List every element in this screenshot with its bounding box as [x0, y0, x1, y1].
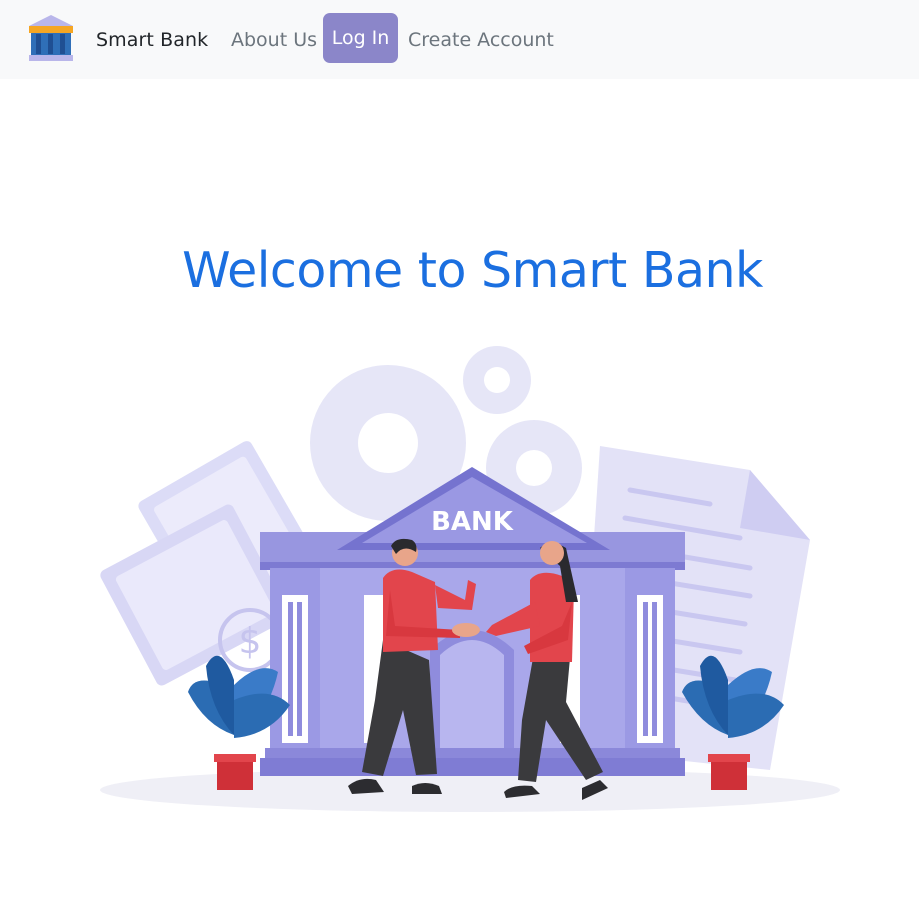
bank-sign-text: BANK: [431, 507, 514, 537]
gear-icon: [463, 346, 531, 414]
hero-title: Welcome to Smart Bank: [182, 242, 763, 299]
nav-create-account[interactable]: Create Account: [408, 28, 554, 52]
dollar-sign-text: $: [239, 621, 262, 662]
bank-handshake-illustration: $ BANK: [100, 346, 840, 812]
nav-about-us[interactable]: About Us: [231, 28, 317, 52]
navbar: Smart Bank About Us Log In Create Accoun…: [0, 0, 919, 79]
bank-logo-icon[interactable]: [27, 13, 75, 63]
brand-name[interactable]: Smart Bank: [96, 28, 208, 52]
nav-log-in-button[interactable]: Log In: [323, 13, 398, 63]
